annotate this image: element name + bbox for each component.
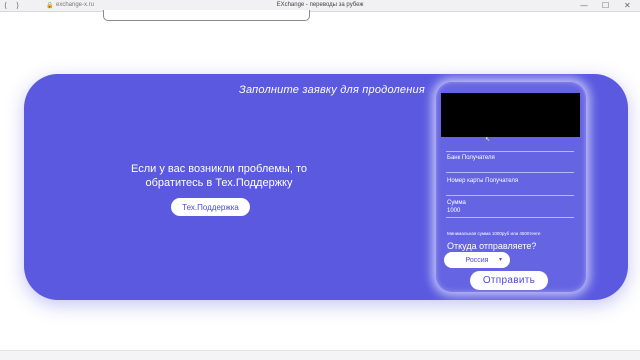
panel-title: Заполните заявку для продоления [239, 84, 425, 96]
request-form: ↖ Банк Получателя Номер карты Получателя… [436, 82, 586, 292]
field-underline [446, 151, 574, 152]
card-number-field[interactable]: Номер карты Получателя [447, 178, 518, 184]
taskbar [0, 350, 640, 360]
minimum-amount-hint: Минимальная сумма 1000руб или 4500тенге [447, 231, 541, 236]
amount-input[interactable]: 1000 [447, 208, 460, 214]
support-button[interactable]: Тех.Поддержка [171, 198, 250, 216]
field-underline [446, 217, 574, 218]
field-underline [446, 172, 574, 173]
country-selected-value: Россия [465, 256, 489, 264]
redacted-block: ↖ [441, 93, 580, 143]
minimize-icon[interactable]: — [580, 1, 588, 10]
support-text: Если у вас возникли проблемы, то обратит… [131, 163, 307, 189]
cursor-icon: ↖ [485, 136, 491, 143]
maximize-icon[interactable]: ☐ [602, 1, 609, 10]
top-input-field[interactable] [103, 10, 310, 21]
amount-label: Сумма [447, 200, 466, 206]
bank-recipient-field[interactable]: Банк Получателя [447, 155, 495, 161]
browser-toolbar: ⟨ ⟩ 🔒 exchange-x.ru EXchange - переводы … [0, 0, 640, 12]
submit-button[interactable]: Отправить [470, 271, 548, 290]
window-title: EXchange - переводы за рубеж [276, 2, 364, 8]
country-select[interactable]: Россия ▾ [444, 252, 510, 268]
field-underline [446, 195, 574, 196]
origin-question: Откуда отправляете? [447, 241, 537, 251]
close-icon[interactable]: ✕ [624, 1, 631, 10]
request-panel: Заполните заявку для продоления Если у в… [24, 74, 628, 300]
chevron-down-icon: ▾ [498, 256, 502, 263]
